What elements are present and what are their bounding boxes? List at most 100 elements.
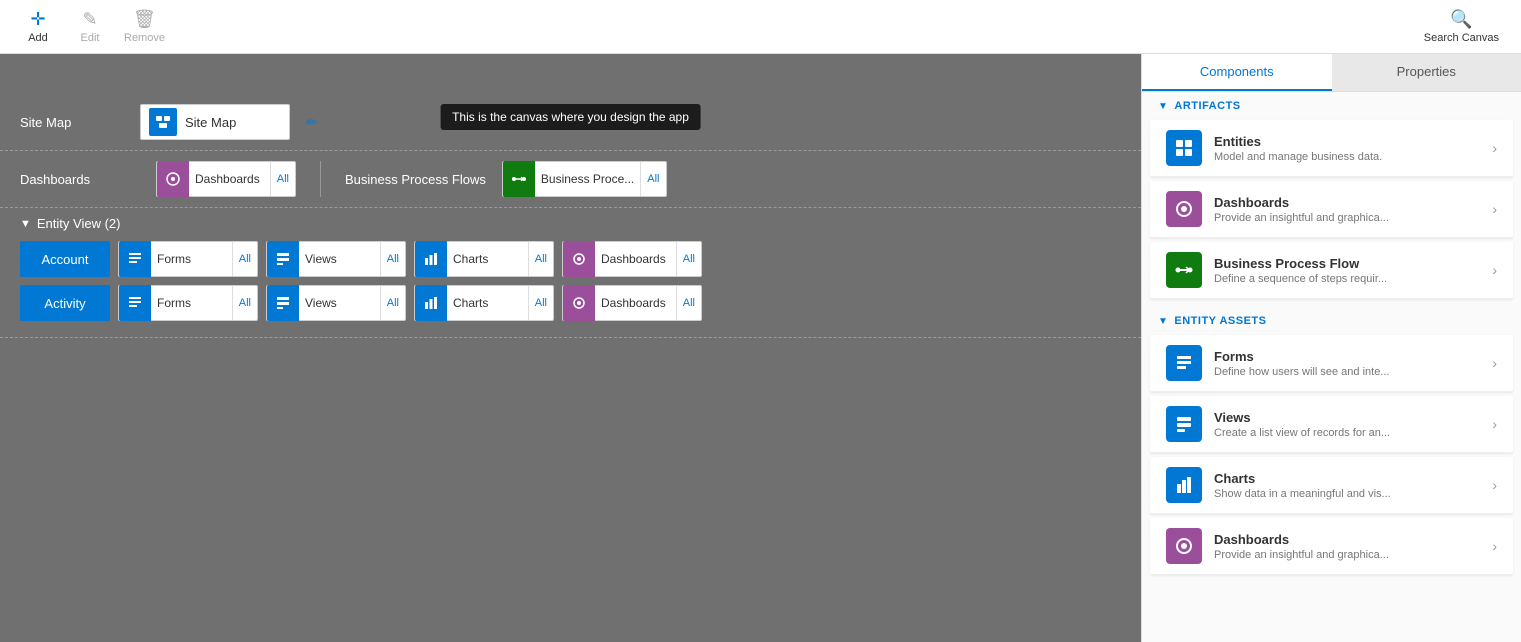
entity-view-header[interactable]: ▼ Entity View (2) xyxy=(20,216,1121,231)
remove-button[interactable]: 🗑 Remove xyxy=(116,3,173,51)
asset-dashboards-name: Dashboards xyxy=(1214,532,1492,547)
sitemap-comp-label: Site Map xyxy=(185,115,236,130)
account-charts-card[interactable]: Charts All xyxy=(414,241,554,277)
asset-charts-icon xyxy=(1166,467,1202,503)
activity-dashboards-icon xyxy=(563,285,595,321)
activity-dashboards-card[interactable]: Dashboards All xyxy=(562,285,702,321)
activity-views-icon xyxy=(267,285,299,321)
sitemap-edit-button[interactable]: ✏ xyxy=(306,114,318,131)
entity-assets-section-header: ▼ ENTITY ASSETS xyxy=(1142,307,1521,335)
asset-dashboards-chevron-icon: › xyxy=(1492,538,1497,554)
bpf-comp-all[interactable]: All xyxy=(640,162,665,196)
account-dashboards-icon xyxy=(563,241,595,277)
bpf-comp-card[interactable]: Business Proce... All xyxy=(502,161,667,197)
activity-forms-label: Forms xyxy=(151,296,232,310)
activity-charts-icon xyxy=(415,285,447,321)
sitemap-row-label: Site Map xyxy=(20,115,140,130)
activity-entity-button[interactable]: Activity xyxy=(20,285,110,321)
account-forms-all[interactable]: All xyxy=(232,242,257,276)
bpf-comp-label: Business Proce... xyxy=(535,172,640,186)
search-canvas-button[interactable]: 🔍 Search Canvas xyxy=(1414,5,1509,48)
add-label: Add xyxy=(28,32,48,44)
activity-forms-icon xyxy=(119,285,151,321)
activity-charts-label: Charts xyxy=(447,296,528,310)
account-charts-icon xyxy=(415,241,447,277)
entities-icon xyxy=(1166,130,1202,166)
entity-row-account: Account Forms All Views Al xyxy=(20,241,1121,277)
asset-forms-chevron-icon: › xyxy=(1492,355,1497,371)
account-views-card[interactable]: Views All xyxy=(266,241,406,277)
artifacts-section-header: ▼ ARTIFACTS xyxy=(1142,92,1521,120)
asset-views-name: Views xyxy=(1214,410,1492,425)
activity-views-card[interactable]: Views All xyxy=(266,285,406,321)
dashboards-row-label: Dashboards xyxy=(20,172,140,187)
edit-button[interactable]: ✎ Edit xyxy=(64,3,116,51)
artifact-bpf[interactable]: Business Process Flow Define a sequence … xyxy=(1150,242,1513,299)
bpf-chevron-icon: › xyxy=(1492,262,1497,278)
artifact-dashboards-desc: Provide an insightful and graphica... xyxy=(1214,212,1492,224)
sitemap-component[interactable]: Site Map xyxy=(140,104,290,140)
entities-text: Entities Model and manage business data. xyxy=(1214,134,1492,163)
canvas-scroll[interactable]: This is the canvas where you design the … xyxy=(0,54,1141,642)
account-entity-button[interactable]: Account xyxy=(20,241,110,277)
asset-charts-text: Charts Show data in a meaningful and vis… xyxy=(1214,471,1492,500)
account-dashboards-all[interactable]: All xyxy=(676,242,701,276)
asset-views[interactable]: Views Create a list view of records for … xyxy=(1150,396,1513,453)
dashboards-comp-card[interactable]: Dashboards All xyxy=(156,161,296,197)
asset-charts-desc: Show data in a meaningful and vis... xyxy=(1214,488,1492,500)
asset-forms-name: Forms xyxy=(1214,349,1492,364)
account-charts-label: Charts xyxy=(447,252,528,266)
sitemap-row: Site Map Site Map ✏ xyxy=(0,94,1141,151)
account-forms-label: Forms xyxy=(151,252,232,266)
dashboards-comp-all[interactable]: All xyxy=(270,162,295,196)
add-button[interactable]: ✛ Add xyxy=(12,3,64,51)
entity-chevron-icon: ▼ xyxy=(20,218,31,230)
main-layout: This is the canvas where you design the … xyxy=(0,54,1521,642)
edit-label: Edit xyxy=(81,32,100,44)
search-canvas-label: Search Canvas xyxy=(1424,32,1499,44)
row-separator xyxy=(320,161,321,197)
edit-icon: ✎ xyxy=(82,9,97,30)
asset-views-icon xyxy=(1166,406,1202,442)
entities-name: Entities xyxy=(1214,134,1492,149)
account-forms-card[interactable]: Forms All xyxy=(118,241,258,277)
activity-dashboards-label: Dashboards xyxy=(595,296,676,310)
artifact-entities[interactable]: Entities Model and manage business data.… xyxy=(1150,120,1513,177)
asset-charts[interactable]: Charts Show data in a meaningful and vis… xyxy=(1150,457,1513,514)
asset-views-desc: Create a list view of records for an... xyxy=(1214,427,1492,439)
asset-dashboards[interactable]: Dashboards Provide an insightful and gra… xyxy=(1150,518,1513,575)
entity-assets-chevron-icon: ▼ xyxy=(1158,316,1168,327)
asset-views-text: Views Create a list view of records for … xyxy=(1214,410,1492,439)
tab-components[interactable]: Components xyxy=(1142,54,1332,91)
tab-properties[interactable]: Properties xyxy=(1332,54,1521,91)
entity-section: ▼ Entity View (2) Account Forms All xyxy=(0,208,1141,338)
asset-dashboards-desc: Provide an insightful and graphica... xyxy=(1214,549,1492,561)
bpf-comp-icon xyxy=(503,161,535,197)
remove-label: Remove xyxy=(124,32,165,44)
account-views-label: Views xyxy=(299,252,380,266)
activity-charts-card[interactable]: Charts All xyxy=(414,285,554,321)
activity-forms-card[interactable]: Forms All xyxy=(118,285,258,321)
asset-forms[interactable]: Forms Define how users will see and inte… xyxy=(1150,335,1513,392)
add-icon: ✛ xyxy=(30,9,45,30)
asset-charts-name: Charts xyxy=(1214,471,1492,486)
activity-dashboards-all[interactable]: All xyxy=(676,286,701,320)
dashboards-comp-icon xyxy=(157,161,189,197)
account-views-icon xyxy=(267,241,299,277)
canvas-area: This is the canvas where you design the … xyxy=(0,54,1141,642)
asset-forms-desc: Define how users will see and inte... xyxy=(1214,366,1492,378)
toolbar: ✛ Add ✎ Edit 🗑 Remove 🔍 Search Canvas xyxy=(0,0,1521,54)
remove-icon: 🗑 xyxy=(133,9,156,30)
account-dashboards-card[interactable]: Dashboards All xyxy=(562,241,702,277)
activity-views-label: Views xyxy=(299,296,380,310)
account-views-all[interactable]: All xyxy=(380,242,405,276)
artifact-dashboards[interactable]: Dashboards Provide an insightful and gra… xyxy=(1150,181,1513,238)
bpf-row-label: Business Process Flows xyxy=(345,172,486,187)
account-dashboards-label: Dashboards xyxy=(595,252,676,266)
account-charts-all[interactable]: All xyxy=(528,242,553,276)
activity-forms-all[interactable]: All xyxy=(232,286,257,320)
sitemap-icon xyxy=(149,108,177,136)
artifact-dashboards-name: Dashboards xyxy=(1214,195,1492,210)
activity-views-all[interactable]: All xyxy=(380,286,405,320)
activity-charts-all[interactable]: All xyxy=(528,286,553,320)
